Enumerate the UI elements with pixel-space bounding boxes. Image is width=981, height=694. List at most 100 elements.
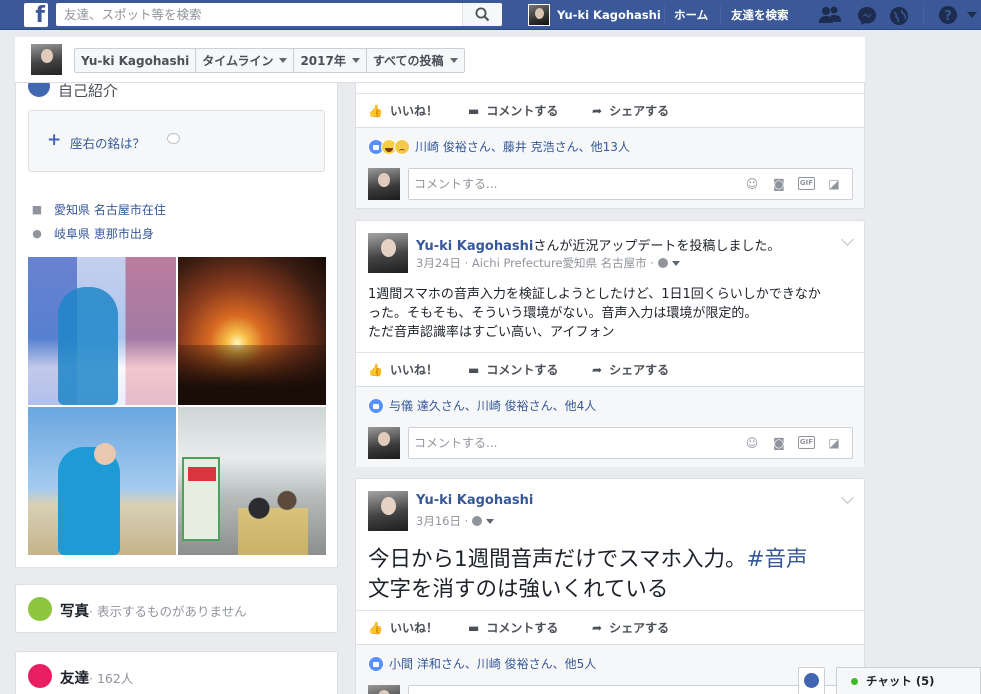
post-actions: 👍 いいね！ ▬ コメントする ➦ シェアする [356, 352, 864, 386]
featured-photo[interactable] [178, 257, 326, 405]
intro-title: 自己紹介 [58, 83, 119, 97]
share-button[interactable]: ➦ シェアする [592, 619, 669, 636]
camera-icon[interactable]: ◙ [771, 177, 787, 191]
reaction-names[interactable]: 川崎 俊裕さん、藤井 克浩さん、他13人 [415, 138, 630, 155]
post-filter-dropdown[interactable]: すべての投稿 [367, 49, 464, 72]
post-timestamp[interactable]: 3月16日 · [416, 513, 468, 529]
privacy-selector-arrow-icon[interactable] [486, 518, 495, 524]
comment-label: コメントする [486, 363, 559, 377]
speech-bubble-icon [167, 133, 180, 144]
year-label: 2017年 [300, 54, 346, 68]
timeline-label: タイムライン [202, 54, 274, 68]
camera-icon[interactable]: ◙ [771, 436, 787, 450]
add-motto-button[interactable]: + 座右の銘は？ [28, 110, 325, 172]
online-status-icon [851, 677, 858, 685]
comment-composer: ☺ ◙ GIF ◪ [368, 168, 853, 200]
comment-button[interactable]: ▬ コメントする [468, 361, 558, 378]
gif-icon[interactable]: GIF [798, 436, 815, 449]
home-link[interactable]: ホーム [674, 7, 708, 23]
comment-input[interactable] [409, 169, 729, 199]
reaction-summary[interactable]: 小間 洋和さん、川崎 俊裕さん、他5人 [368, 655, 596, 672]
post-text-line: った。そもそも、そういう環境がない。音声入力は環境が限定的。 [368, 306, 758, 321]
reaction-summary[interactable]: 与儀 達久さん、川崎 俊裕さん、他4人 [368, 397, 596, 414]
featured-photo[interactable] [28, 407, 176, 555]
intro-card: 自己紹介 + 座右の銘は？ ■ 愛知県 名古屋市在住 ● 岐阜県 恵那市出身 [15, 83, 338, 568]
featured-photo[interactable] [178, 407, 326, 555]
lives-in-row: ■ 愛知県 名古屋市在住 [30, 201, 166, 218]
chat-label: チャット (5) [866, 674, 935, 688]
sticker-icon[interactable]: ◪ [826, 436, 842, 450]
post-text: 今日から1週間音声だけでスマホ入力。#音声 文字を消すのは強いくれている [368, 545, 858, 605]
post-card: Yu-ki Kagohashi 3月16日 · 今日から1週間音声だけでスマホ入… [355, 478, 865, 694]
notifications-globe-icon[interactable] [888, 5, 910, 27]
profile-link[interactable]: Yu-ki Kagohashi [528, 3, 661, 27]
year-dropdown[interactable]: 2017年 [294, 49, 367, 72]
featured-photo[interactable] [28, 257, 176, 405]
post-timestamp-location[interactable]: 3月24日 · Aichi Prefecture愛知県 名古屋市 · [416, 255, 654, 271]
post-footer: 小間 洋和さん、川崎 俊裕さん、他5人 [356, 644, 864, 694]
hometown-link[interactable]: 岐阜県 恵那市出身 [54, 225, 154, 242]
emoji-icon[interactable]: ☺ [744, 177, 760, 191]
messenger-icon[interactable] [856, 5, 878, 27]
svg-text:?: ? [944, 9, 952, 24]
help-icon[interactable]: ? [938, 5, 958, 25]
profile-name: Yu-ki Kagohashi [81, 53, 190, 68]
share-button[interactable]: ➦ シェアする [592, 361, 669, 378]
comment-button[interactable]: ▬ コメントする [468, 619, 558, 636]
hashtag-link[interactable]: #音声 [747, 547, 808, 572]
comment-button[interactable]: ▬ コメントする [468, 102, 558, 119]
account-menu-arrow-icon[interactable] [967, 12, 977, 19]
chevron-down-icon [279, 58, 288, 63]
friends-title[interactable]: 友達 [60, 671, 89, 687]
like-button[interactable]: 👍 いいね！ [368, 361, 438, 378]
globe-icon [657, 258, 668, 268]
divider [923, 6, 924, 24]
avatar [528, 4, 550, 26]
emoji-icon[interactable]: ☺ [744, 436, 760, 450]
post-text-line: 文字を消すのは強いくれている [368, 577, 669, 602]
avatar [368, 427, 400, 459]
photos-title[interactable]: 写真 [60, 604, 89, 620]
avatar [368, 168, 400, 200]
reaction-summary[interactable]: 川崎 俊裕さん、藤井 克浩さん、他13人 [368, 138, 630, 155]
gif-icon[interactable]: GIF [798, 177, 815, 190]
author-avatar[interactable] [368, 491, 408, 531]
like-button[interactable]: 👍 いいね！ [368, 619, 438, 636]
comment-box: ☺ ◙ GIF ◪ [408, 427, 853, 459]
add-motto-label: 座右の銘は？ [70, 136, 146, 151]
sad-reaction-icon [394, 138, 410, 155]
timeline-dropdown[interactable]: タイムライン [196, 49, 295, 72]
avatar [368, 685, 400, 694]
sticker-icon[interactable]: ◪ [826, 177, 842, 191]
author-name-link[interactable]: Yu-ki Kagohashi [416, 239, 533, 254]
privacy-selector-arrow-icon[interactable] [671, 260, 680, 266]
comment-composer: ☺ ◙ GIF ◪ [368, 427, 853, 459]
post-options-chevron-icon[interactable] [841, 233, 854, 246]
facebook-logo[interactable]: f [24, 3, 48, 27]
divider [664, 6, 665, 24]
chat-globe-icon[interactable] [798, 667, 825, 694]
reaction-names[interactable]: 与儀 達久さん、川崎 俊裕さん、他4人 [389, 397, 596, 414]
search-button[interactable] [462, 3, 502, 26]
share-button[interactable]: ➦ シェアする [592, 102, 669, 119]
plus-icon: + [47, 130, 62, 150]
like-label: いいね！ [389, 621, 438, 635]
search-input[interactable] [56, 3, 456, 26]
post-text: 1週間スマホの音声入力を検証しようとしたけど、1日1回くらいしかできなか った。… [368, 285, 856, 342]
comment-input[interactable] [409, 686, 729, 694]
comment-input[interactable] [409, 428, 729, 458]
post-options-chevron-icon[interactable] [841, 491, 854, 504]
find-friends-link[interactable]: 友達を検索 [731, 7, 789, 23]
friends-title-row: 友達· 162人 [60, 667, 133, 688]
like-button[interactable]: 👍 いいね！ [368, 102, 438, 119]
profile-name-link[interactable]: Yu-ki Kagohashi [75, 49, 197, 72]
lives-in-link[interactable]: 愛知県 名古屋市在住 [54, 201, 166, 218]
chat-bar[interactable]: チャット (5) [836, 667, 981, 694]
post-text-line: 1週間スマホの音声入力を検証しようとしたけど、1日1回くらいしかできなか [368, 287, 821, 302]
globe-icon [28, 83, 50, 97]
friend-requests-icon[interactable] [818, 5, 842, 25]
reaction-names[interactable]: 小間 洋和さん、川崎 俊裕さん、他5人 [389, 655, 596, 672]
author-avatar[interactable] [368, 233, 408, 273]
post-actions: 👍 いいね！ ▬ コメントする ➦ シェアする [356, 93, 864, 127]
author-name-link[interactable]: Yu-ki Kagohashi [416, 493, 533, 508]
